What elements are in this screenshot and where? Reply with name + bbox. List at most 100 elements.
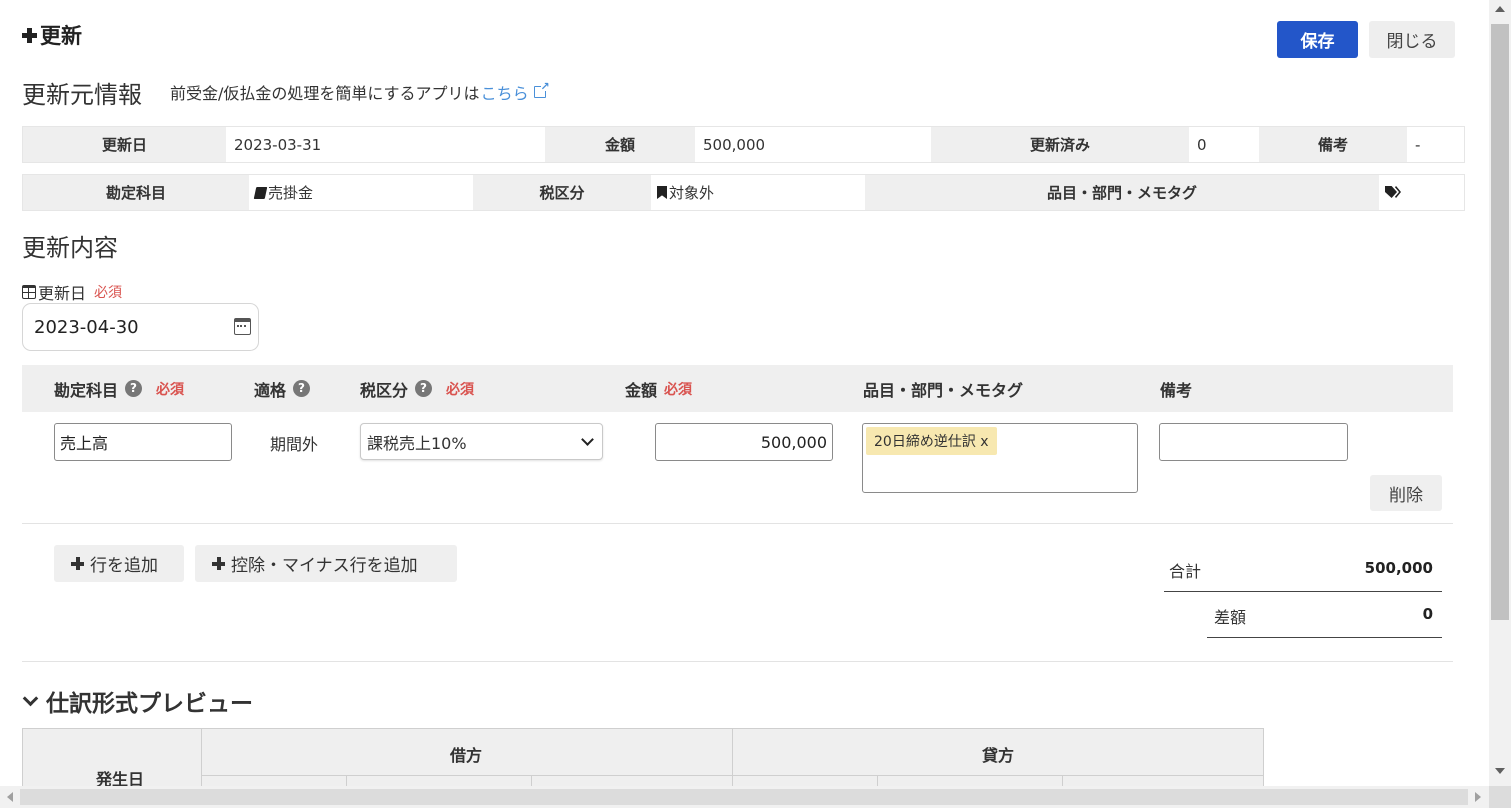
diff-divider (1207, 637, 1442, 638)
app-note: 前受金/仮払金の処理を簡単にするアプリは こちら (170, 80, 550, 104)
account-value-text: 売掛金 (268, 184, 314, 202)
total-value: 500,000 (1364, 559, 1433, 577)
horizontal-scroll-thumb[interactable] (20, 789, 1468, 805)
chevron-down-icon (22, 690, 39, 706)
table-divider (732, 729, 733, 786)
book-icon (253, 186, 268, 199)
help-icon[interactable]: ? (293, 380, 311, 397)
diff-label: 差額 (1214, 608, 1247, 627)
plus-icon (22, 27, 37, 43)
entry-table-header: 勘定科目 ? 必須 適格 ? 税区分 ? 必須 金額 必須 品目・部門・メモタグ… (22, 365, 1453, 412)
tags-input[interactable]: 20日締め逆仕訳 x (862, 423, 1138, 493)
delete-row-button[interactable]: 削除 (1370, 475, 1442, 511)
source-info-row-2: 勘定科目 売掛金 税区分 対象外 品目・部門・メモタグ (22, 174, 1465, 211)
app-note-text: 前受金/仮払金の処理を簡単にするアプリは (170, 84, 480, 103)
add-deduction-row-button[interactable]: 控除・マイナス行を追加 (195, 545, 457, 582)
required-badge: 必須 (94, 285, 123, 301)
tax-label: 税区分 (473, 175, 651, 210)
add-row-button[interactable]: 行を追加 (54, 545, 184, 582)
date-field-label: 更新日 必須 (22, 280, 122, 304)
scroll-up-icon[interactable] (1495, 6, 1505, 12)
add-deduction-row-label: 控除・マイナス行を追加 (231, 556, 418, 576)
account-value: 売掛金 (249, 175, 473, 210)
updated-label: 更新済み (931, 127, 1189, 162)
update-date-value: 2023-03-31 (226, 127, 545, 162)
preview-title-text: 仕訳形式プレビュー (46, 691, 253, 717)
date-field-label-text: 更新日 (38, 284, 87, 303)
tags-label: 品目・部門・メモタグ (865, 175, 1379, 210)
header-amount: 金額 必須 (625, 365, 692, 412)
memo-label: 備考 (1259, 127, 1407, 162)
tax-value: 対象外 (651, 175, 865, 210)
col-date-header: 発生日 (96, 770, 145, 786)
amount-value: 500,000 (695, 127, 931, 162)
required-badge: 必須 (664, 381, 693, 398)
bookmark-icon (657, 186, 667, 199)
tax-select[interactable]: 課税売上10% (360, 423, 603, 460)
header-eligibility-text: 適格 (254, 380, 287, 400)
divider (22, 523, 1453, 524)
plus-icon (212, 557, 225, 570)
table-divider (1062, 775, 1063, 786)
chevron-down-icon (581, 433, 594, 446)
horizontal-scrollbar[interactable] (0, 786, 1489, 808)
table-divider (877, 775, 878, 786)
divider (22, 661, 1453, 662)
help-icon[interactable]: ? (125, 380, 143, 397)
amount-label: 金額 (545, 127, 695, 162)
plus-icon (71, 557, 84, 570)
memo-input[interactable] (1159, 423, 1348, 461)
page: 更新 保存 閉じる 更新元情報 前受金/仮払金の処理を簡単にするアプリは こちら… (0, 0, 1489, 786)
header-amount-text: 金額 (625, 380, 658, 400)
page-title: 更新 (22, 20, 82, 50)
updated-value: 0 (1189, 127, 1259, 162)
table-divider (201, 729, 202, 786)
tag-chip[interactable]: 20日締め逆仕訳 x (866, 427, 997, 455)
vertical-scrollbar[interactable] (1489, 0, 1511, 786)
tax-value-text: 対象外 (669, 184, 715, 202)
account-label: 勘定科目 (23, 175, 249, 210)
tax-select-value: 課税売上10% (367, 433, 467, 453)
external-link-icon[interactable] (533, 80, 550, 98)
preview-table: 発生日 借方 貸方 (22, 728, 1264, 786)
required-badge: 必須 (446, 381, 475, 398)
help-icon[interactable]: ? (415, 380, 433, 397)
account-input[interactable] (54, 423, 232, 461)
calendar-icon (22, 285, 36, 299)
scroll-down-icon[interactable] (1495, 768, 1505, 774)
preview-toggle[interactable]: 仕訳形式プレビュー (22, 684, 253, 718)
save-button[interactable]: 保存 (1277, 21, 1358, 58)
table-divider (531, 775, 532, 786)
total-label: 合計 (1169, 562, 1202, 581)
header-tax: 税区分 ? 必須 (360, 365, 474, 412)
header-tags: 品目・部門・メモタグ (863, 380, 1024, 400)
vertical-scroll-thumb[interactable] (1491, 24, 1509, 620)
table-divider (201, 775, 1264, 776)
table-divider (346, 775, 347, 786)
memo-value: - (1407, 127, 1464, 162)
add-row-label: 行を追加 (90, 556, 158, 576)
source-info-row-1: 更新日 2023-03-31 金額 500,000 更新済み 0 備考 - (22, 126, 1465, 163)
amount-input[interactable] (655, 423, 833, 461)
required-badge: 必須 (156, 381, 185, 398)
header-tax-text: 税区分 (360, 380, 409, 400)
update-content-title: 更新内容 (22, 234, 118, 262)
header-account-text: 勘定科目 (54, 380, 119, 400)
source-info-title: 更新元情報 (22, 81, 142, 109)
app-link[interactable]: こちら (481, 80, 529, 104)
tags-value (1379, 175, 1464, 210)
update-date-input[interactable] (22, 303, 259, 351)
scrollbar-corner (1489, 786, 1511, 808)
update-date-label: 更新日 (23, 127, 226, 162)
tags-icon (1385, 186, 1401, 199)
header-eligibility: 適格 ? (254, 365, 311, 412)
page-title-text: 更新 (40, 24, 82, 48)
total-divider (1164, 591, 1442, 592)
close-button[interactable]: 閉じる (1369, 21, 1455, 58)
eligibility-value: 期間外 (270, 435, 319, 454)
scroll-right-icon[interactable] (1475, 792, 1481, 802)
header-memo: 備考 (1160, 380, 1193, 400)
date-picker-icon[interactable] (234, 318, 251, 335)
scroll-left-icon[interactable] (7, 792, 13, 802)
col-debit-header: 借方 (450, 746, 483, 765)
